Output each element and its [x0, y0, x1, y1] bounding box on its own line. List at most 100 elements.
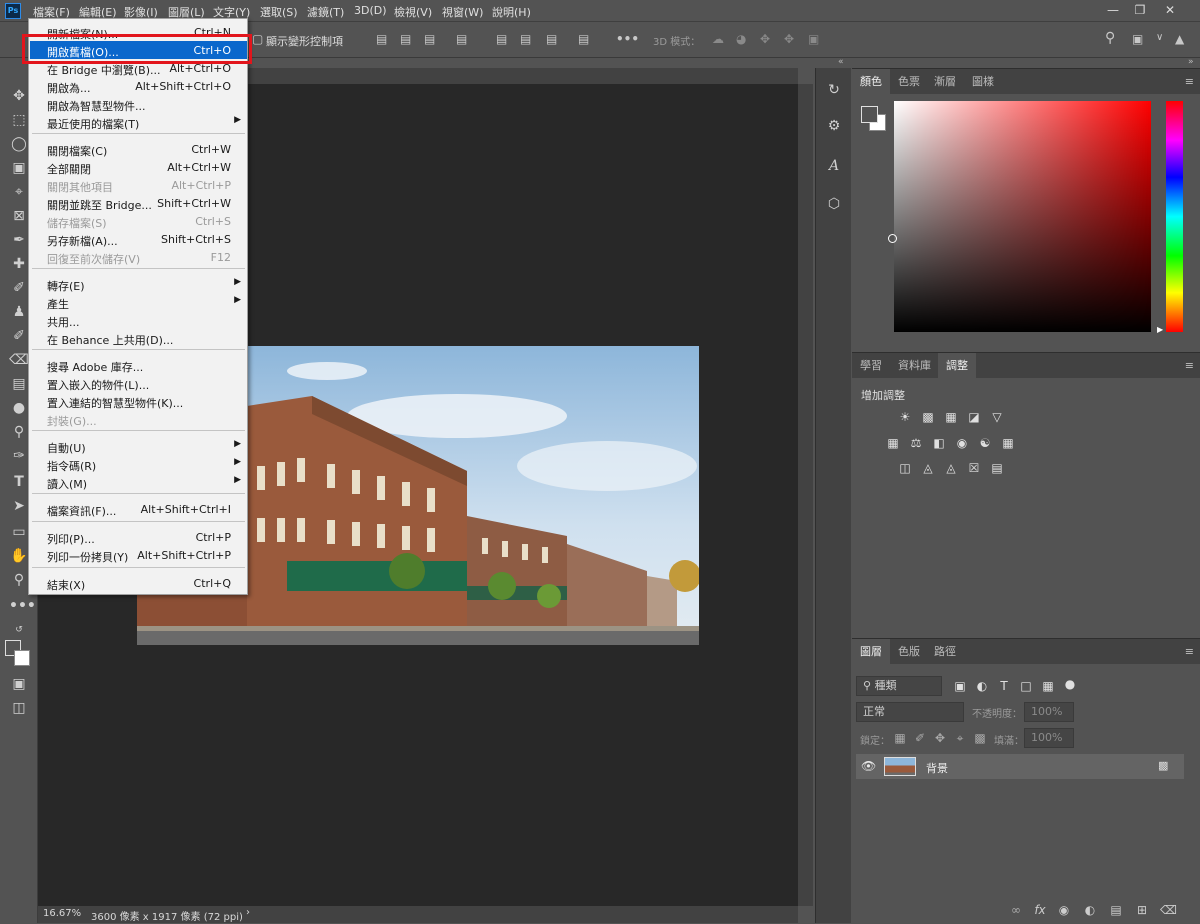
levels-icon[interactable]: ▩ [920, 409, 936, 425]
restore-icon[interactable]: ❐ [1128, 2, 1152, 18]
color-lookup-icon[interactable]: ▦ [1000, 435, 1016, 451]
3d-pan-icon[interactable]: ✥ [760, 32, 770, 46]
blend-mode-select[interactable]: 正常 [856, 702, 964, 722]
filter-type-icon[interactable]: T [996, 678, 1012, 694]
brightness-icon[interactable]: ☀ [897, 409, 913, 425]
lasso-tool-icon[interactable]: ◯ [9, 134, 29, 154]
collapse-left-icon[interactable]: « [838, 57, 844, 67]
3d-slide-icon[interactable]: ✥ [784, 32, 794, 46]
menu-item[interactable]: 結束(X) Ctrl+Q [30, 574, 247, 592]
rectangle-tool-icon[interactable]: ▭ [9, 522, 29, 542]
object-select-tool-icon[interactable]: ▣ [9, 158, 29, 178]
3d-camera-icon[interactable]: ▣ [808, 32, 819, 46]
history-brush-tool-icon[interactable]: ✐ [9, 326, 29, 346]
crop-tool-icon[interactable]: ⌖ [9, 182, 29, 202]
collapse-right-icon[interactable]: » [1188, 57, 1194, 67]
hand-tool-icon[interactable]: ✋ [9, 546, 29, 566]
menu-window[interactable]: 視窗(W) [442, 4, 483, 20]
menu-3d[interactable]: 3D(D) [354, 4, 387, 17]
hue-slider-handle[interactable]: ▶ [1157, 325, 1163, 334]
workspace-icon[interactable]: ▣ [1132, 32, 1143, 46]
checkbox-icon[interactable]: ▢ [252, 32, 263, 46]
channel-mixer-icon[interactable]: ☯ [977, 435, 993, 451]
menu-view[interactable]: 檢視(V) [394, 4, 432, 20]
fx-icon[interactable]: fx [1032, 902, 1048, 918]
menu-select[interactable]: 選取(S) [260, 4, 298, 20]
menu-item[interactable]: 置入連結的智慧型物件(K)... [30, 392, 247, 410]
close-icon[interactable]: ✕ [1158, 2, 1182, 18]
eraser-tool-icon[interactable]: ⌫ [9, 350, 29, 370]
tab-color[interactable]: 顏色 [852, 69, 890, 94]
color-picker-cursor[interactable] [888, 234, 897, 243]
tab-swatches[interactable]: 色票 [890, 69, 928, 94]
lock-transparent-icon[interactable]: ▦ [892, 730, 908, 746]
align-top-icon[interactable]: ▤ [496, 32, 507, 46]
menu-item[interactable]: 共用... [30, 311, 247, 329]
menu-item[interactable]: 全部關閉 Alt+Ctrl+W [30, 158, 247, 176]
vertical-scrollbar[interactable] [798, 84, 813, 906]
tab-libraries[interactable]: 資料庫 [890, 353, 939, 378]
menu-item[interactable]: 另存新檔(A)... Shift+Ctrl+S [30, 230, 247, 248]
pen-tool-icon[interactable]: ✑ [9, 446, 29, 466]
tab-layers[interactable]: 圖層 [852, 639, 890, 664]
curves-icon[interactable]: ▦ [943, 409, 959, 425]
frame-tool-icon[interactable]: ⊠ [9, 206, 29, 226]
tab-gradients[interactable]: 漸層 [926, 69, 964, 94]
brush-tool-icon[interactable]: ✐ [9, 278, 29, 298]
align-center-icon[interactable]: ▤ [400, 32, 411, 46]
align-bottom-icon[interactable]: ▤ [546, 32, 557, 46]
lock-all-icon[interactable]: ▩ [972, 730, 988, 746]
eyedropper-tool-icon[interactable]: ✒ [9, 230, 29, 250]
share-icon[interactable]: ▲ [1175, 32, 1184, 46]
vibrance-icon[interactable]: ▽ [989, 409, 1005, 425]
align-middle-icon[interactable]: ▤ [520, 32, 531, 46]
menu-item[interactable]: 關閉並跳至 Bridge... Shift+Ctrl+W [30, 194, 247, 212]
menu-item[interactable]: 置入嵌入的物件(L)... [30, 374, 247, 392]
background-color-swatch[interactable] [14, 650, 30, 666]
3d-panel-icon[interactable]: ⬡ [824, 194, 844, 214]
distribute-icon[interactable]: ▤ [456, 32, 467, 46]
eye-icon[interactable]: 👁 [861, 759, 876, 773]
menu-item[interactable]: 關閉檔案(C) Ctrl+W [30, 140, 247, 158]
search-icon[interactable]: ⚲ [1105, 30, 1115, 46]
properties-panel-icon[interactable]: ⚙ [824, 116, 844, 136]
black-white-icon[interactable]: ◧ [931, 435, 947, 451]
exposure-icon[interactable]: ◪ [966, 409, 982, 425]
tab-adjustments[interactable]: 調整 [938, 353, 976, 378]
menu-item[interactable]: 產生 ▶ [30, 293, 247, 311]
tab-paths[interactable]: 路徑 [926, 639, 964, 664]
gradient-tool-icon[interactable]: ▤ [9, 374, 29, 394]
healing-brush-tool-icon[interactable]: ✚ [9, 254, 29, 274]
menu-help[interactable]: 說明(H) [492, 4, 531, 20]
filter-pixel-icon[interactable]: ▣ [952, 678, 968, 694]
menu-item[interactable]: 讀入(M) ▶ [30, 473, 247, 491]
path-select-tool-icon[interactable]: ➤ [9, 496, 29, 516]
3d-orbit-icon[interactable]: ☁ [712, 32, 724, 46]
panel-menu-icon[interactable]: ≡ [1185, 645, 1194, 658]
chevron-down-icon[interactable]: ∨ [1156, 32, 1163, 43]
minimize-icon[interactable]: — [1101, 2, 1125, 18]
panel-menu-icon[interactable]: ≡ [1185, 359, 1194, 372]
dodge-tool-icon[interactable]: ⚲ [9, 422, 29, 442]
hue-saturation-icon[interactable]: ▦ [885, 435, 901, 451]
layer-filter-select[interactable]: ⚲ 種類 [856, 676, 942, 696]
show-transform-label[interactable]: 顯示變形控制項 [266, 33, 343, 49]
link-layers-icon[interactable]: ∞ [1008, 902, 1024, 918]
invert-icon[interactable]: ◫ [897, 460, 913, 476]
menu-item[interactable]: 在 Behance 上共用(D)... [30, 329, 247, 347]
character-panel-icon[interactable]: A [824, 156, 844, 176]
fg-color-chip[interactable] [861, 106, 878, 123]
panel-menu-icon[interactable]: ≡ [1185, 75, 1194, 88]
selective-color-icon[interactable]: ☒ [966, 460, 982, 476]
lock-position-icon[interactable]: ✥ [932, 730, 948, 746]
menu-filter[interactable]: 濾鏡(T) [307, 4, 344, 20]
new-layer-icon[interactable]: ⊞ [1134, 902, 1150, 918]
new-adjustment-layer-icon[interactable]: ◐ [1082, 902, 1098, 918]
lock-artboard-icon[interactable]: ⌖ [952, 730, 968, 746]
align-left-icon[interactable]: ▤ [376, 32, 387, 46]
blur-tool-icon[interactable]: ● [9, 398, 29, 418]
filter-smart-object-icon[interactable]: ▦ [1040, 678, 1056, 694]
menu-item[interactable]: 最近使用的檔案(T) ▶ [30, 113, 247, 131]
gradient-map-icon[interactable]: ▤ [989, 460, 1005, 476]
menu-item[interactable]: 列印一份拷貝(Y) Alt+Shift+Ctrl+P [30, 546, 247, 564]
